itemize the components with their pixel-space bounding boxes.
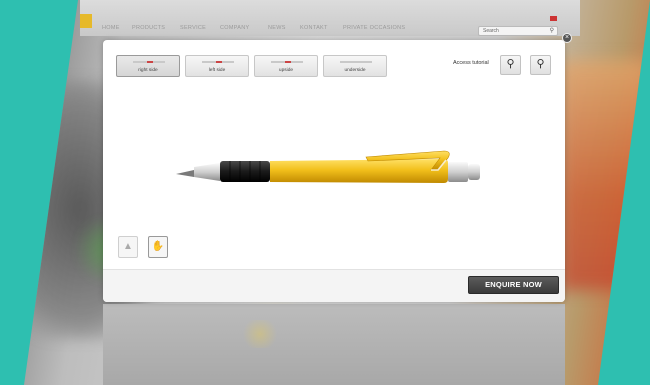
- search-icon[interactable]: ⚲: [550, 27, 554, 34]
- hand-tool-button[interactable]: ✋: [148, 236, 168, 258]
- pen-barrel: [270, 159, 448, 183]
- pen-end-cap: [468, 164, 480, 180]
- pen-thumbnail: [340, 61, 372, 63]
- enquire-now-button[interactable]: ENQUIRE NOW: [468, 276, 559, 294]
- view-tab-upside[interactable]: upside: [254, 55, 318, 77]
- search-placeholder: Search: [483, 28, 499, 34]
- view-tab-right-side[interactable]: right side: [116, 55, 180, 77]
- view-tab-label: right side: [138, 68, 158, 73]
- rotate-button[interactable]: ▲: [118, 236, 138, 258]
- view-tab-left-side[interactable]: left side: [185, 55, 249, 77]
- view-tab-label: left side: [208, 68, 226, 73]
- pen-thumbnail: [133, 61, 165, 63]
- zoom-out-icon: ⚲: [536, 58, 545, 70]
- pen-grip: [220, 161, 270, 182]
- pen-thumbnail: [202, 61, 234, 63]
- nav-item-kontakt[interactable]: KONTAKT: [300, 25, 328, 31]
- view-tab-label: upside: [278, 68, 294, 73]
- zoom-in-button[interactable]: ⚲: [500, 55, 521, 75]
- nav-item-company[interactable]: COMPANY: [220, 25, 250, 31]
- stage: HOME PRODUCTS SERVICE COMPANY NEWS KONTA…: [0, 0, 650, 385]
- zoom-out-button[interactable]: ⚲: [530, 55, 551, 75]
- view-tab-label: underside: [344, 68, 366, 73]
- site-logo[interactable]: [80, 14, 92, 28]
- pen-thumbnail: [271, 61, 303, 63]
- pen-nose: [194, 163, 220, 181]
- view-tab-underside[interactable]: underside: [323, 55, 387, 77]
- nav-item-news[interactable]: NEWS: [268, 25, 286, 31]
- access-tutorial-link[interactable]: Access tutorial: [453, 60, 489, 66]
- nav-item-products[interactable]: PRODUCTS: [132, 25, 165, 31]
- nav-item-private-occasions[interactable]: PRIVATE OCCASIONS: [343, 25, 405, 31]
- close-modal-button[interactable]: ×: [562, 33, 572, 43]
- nav-item-service[interactable]: SERVICE: [180, 25, 206, 31]
- close-icon: ×: [564, 34, 570, 41]
- language-flag-icon[interactable]: [550, 16, 557, 21]
- pen-tip: [176, 170, 194, 177]
- search-input[interactable]: Search ⚲: [478, 26, 558, 36]
- product-viewer-modal: right side left side upside underside Ac…: [103, 40, 565, 302]
- pen-push-button: [448, 162, 468, 182]
- faded-logo: [240, 320, 280, 348]
- pen-product-image[interactable]: [176, 146, 481, 186]
- rotate-icon: ▲: [123, 241, 133, 252]
- nav-item-home[interactable]: HOME: [102, 25, 120, 31]
- hand-icon: ✋: [151, 241, 165, 252]
- background-photo-blur: [560, 60, 650, 290]
- page-content-behind-modal: [103, 304, 565, 385]
- zoom-in-icon: ⚲: [506, 58, 515, 70]
